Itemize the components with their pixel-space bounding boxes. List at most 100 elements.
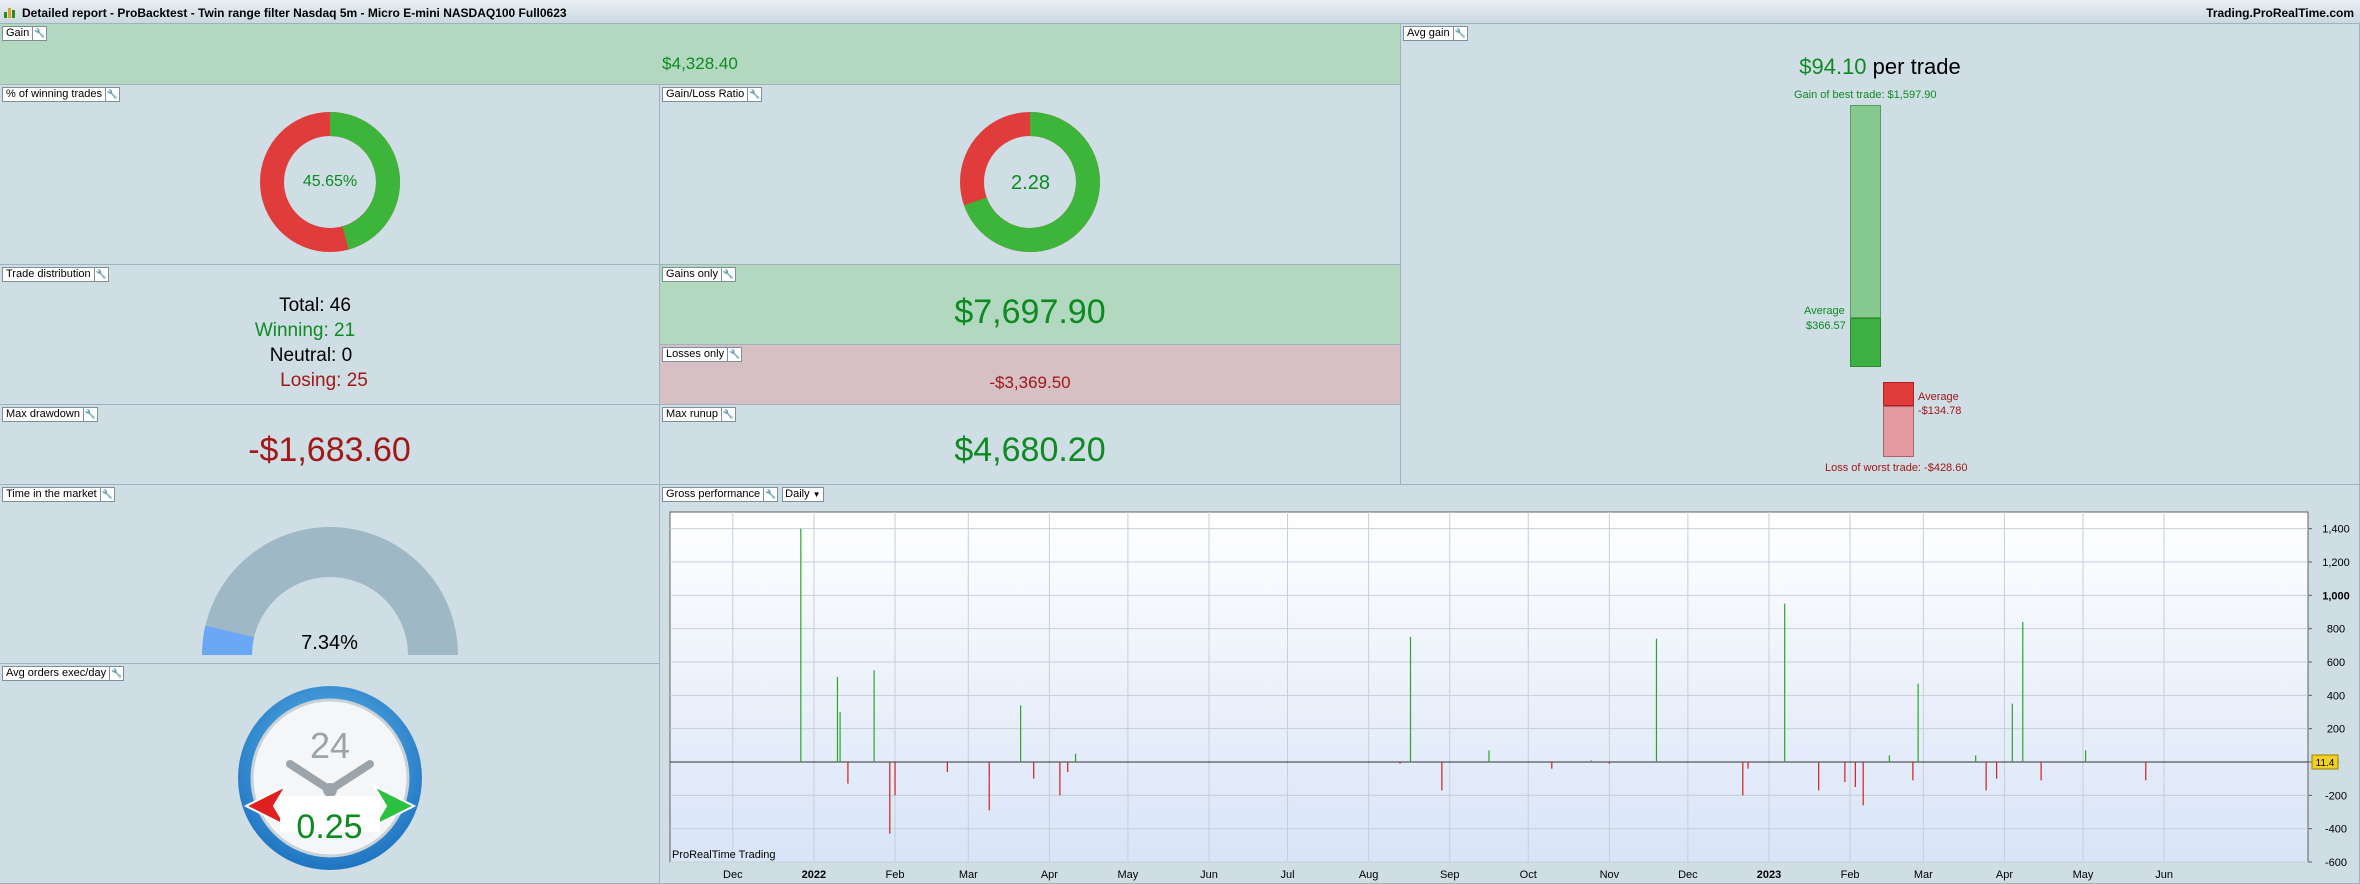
wrench-icon[interactable]: 🔧 [33, 26, 48, 41]
wrench-icon[interactable]: 🔧 [764, 487, 779, 502]
avg-win-label: Average [1804, 305, 1845, 317]
wrench-icon[interactable]: 🔧 [110, 666, 125, 681]
wrench-icon[interactable]: 🔧 [1453, 26, 1468, 41]
title-bar: Detailed report - ProBacktest - Twin ran… [0, 0, 2360, 24]
x-tick-label: Apr [1996, 869, 2013, 881]
avg-gain-suffix: per trade [1872, 54, 1961, 79]
clock-label: 24 [310, 725, 350, 766]
y-tick-label: -600 [2325, 857, 2347, 869]
avg-loss-label: Average [1918, 391, 1959, 403]
gain-loss-ratio-panel: Gain/Loss Ratio 🔧 2.28 [660, 85, 1401, 265]
wrench-icon[interactable]: 🔧 [721, 407, 736, 422]
worst-trade-label: Loss of worst trade: -$428.60 [1825, 462, 1968, 474]
gross-performance-chart: 1,4001,2001,0008006004002000-200-400-600… [669, 511, 2350, 881]
x-tick-label: Apr [1041, 869, 1058, 881]
x-tick-label: Jul [1280, 869, 1294, 881]
total-row: Total: 46 [279, 295, 351, 316]
wrench-icon[interactable]: 🔧 [94, 267, 109, 282]
chevron-down-icon: ▼ [812, 490, 821, 499]
x-tick-label: Sep [1440, 869, 1460, 881]
gain-panel: Gain 🔧 $4,328.40 [0, 24, 1401, 85]
avg-gain-value: $94.10 [1799, 54, 1867, 79]
y-tick-label: 1,400 [2322, 524, 2350, 536]
gain-value: $4,328.40 [662, 54, 738, 73]
losses-only-panel: Losses only 🔧 -$3,369.50 [660, 345, 1401, 405]
worst-trade-bar [1883, 406, 1914, 457]
x-tick-label: Aug [1359, 869, 1379, 881]
x-tick-label: Jun [1200, 869, 1218, 881]
best-trade-bar [1850, 105, 1881, 318]
x-tick-label: May [2073, 869, 2094, 881]
period-select[interactable]: Daily ▼ [782, 487, 824, 502]
y-tick-label: -200 [2325, 790, 2347, 802]
y-tick-label: 800 [2327, 624, 2345, 636]
avg-orders-value: 0.25 [296, 808, 363, 846]
ratio-value: 2.28 [1011, 172, 1050, 194]
y-tick-label: 400 [2327, 690, 2345, 702]
avg-gain-panel: Avg gain 🔧 $94.10 per trade Gain of best … [1401, 24, 2360, 485]
wrench-icon[interactable]: 🔧 [728, 347, 743, 362]
trade-distribution-panel: Trade distribution 🔧 Total: 46 Winning: 2… [0, 265, 660, 405]
panel-label: Time in the market [2, 487, 101, 502]
current-value-text: 11.4 [2316, 758, 2335, 769]
market-value: 7.34% [301, 632, 358, 654]
wrench-icon[interactable]: 🔧 [106, 87, 120, 102]
x-tick-label: 2023 [1757, 869, 1781, 881]
panel-label: Losses only [662, 347, 729, 362]
avg-orders-panel: Avg orders exec/day 🔧 24 0.25 [0, 664, 660, 884]
avg-gain-headline: $94.10 per trade [1401, 54, 2359, 80]
max-runup-value: $4,680.20 [954, 431, 1106, 469]
wrench-icon[interactable]: 🔧 [100, 487, 115, 502]
panel-label: % of winning trades [2, 87, 106, 102]
losses-only-value: -$3,369.50 [989, 373, 1071, 392]
distribution-list: Total: 46 Winning: 21 Neutral: 0 Losing:… [0, 293, 659, 393]
panel-label: Trade distribution [2, 267, 95, 282]
x-tick-label: Feb [886, 869, 905, 881]
x-tick-label: Oct [1520, 869, 1537, 881]
winning-trades-panel: % of winning trades 🔧 45.65% [0, 85, 660, 265]
y-tick-label: -400 [2325, 824, 2347, 836]
panel-label: Max drawdown [2, 407, 84, 422]
gains-only-value: $7,697.90 [954, 293, 1106, 331]
window-title: Detailed report - ProBacktest - Twin ran… [22, 6, 567, 20]
best-trade-label: Gain of best trade: $1,597.90 [1794, 89, 1937, 101]
clock-icon: 24 [238, 686, 422, 870]
gross-performance-panel: Gross performance 🔧 Daily ▼ 1,400 1,200 1,00… [660, 485, 2360, 884]
max-runup-panel: Max runup 🔧 $4,680.20 [660, 405, 1401, 485]
panel-label: Gains only [662, 267, 722, 282]
time-in-market-panel: Time in the market 🔧 7.34% [0, 485, 660, 664]
winning-row: Winning: 21 [254, 320, 356, 341]
wrench-icon[interactable]: 🔧 [721, 267, 736, 282]
x-tick-label: Feb [1841, 869, 1860, 881]
panel-label: Gain [2, 26, 34, 41]
x-tick-label: May [1118, 869, 1139, 881]
y-tick-label: 600 [2327, 657, 2345, 669]
winning-pct-value: 45.65% [302, 173, 358, 190]
panel-label: Gross performance [662, 487, 765, 502]
avg-win-value: $366.57 [1806, 320, 1846, 332]
chart-watermark: ProRealTime Trading [672, 849, 776, 861]
losing-row: Losing: 25 [280, 370, 368, 391]
avg-loss-value: -$134.78 [1918, 405, 1962, 417]
x-tick-label: Jun [2155, 869, 2173, 881]
panel-label: Avg gain [1403, 26, 1454, 41]
panel-label: Gain/Loss Ratio [662, 87, 749, 102]
panel-label: Max runup [662, 407, 722, 422]
wrench-icon[interactable]: 🔧 [83, 407, 98, 422]
neutral-row: Neutral: 0 [269, 345, 353, 366]
y-tick-label: 1,000 [2322, 590, 2350, 602]
wrench-icon[interactable]: 🔧 [748, 87, 763, 102]
panel-label: Avg orders exec/day [2, 666, 111, 681]
x-tick-label: Dec [723, 869, 743, 881]
x-tick-label: Mar [959, 869, 978, 881]
brand-label: Trading.ProRealTime.com [2206, 6, 2354, 20]
max-drawdown-value: -$1,683.60 [248, 431, 411, 469]
avg-win-bar [1850, 318, 1881, 367]
x-tick-label: Dec [1678, 869, 1698, 881]
report-icon [4, 8, 15, 18]
avg-loss-bar [1883, 382, 1914, 406]
gains-only-panel: Gains only 🔧 $7,697.90 [660, 265, 1401, 345]
y-tick-label: 1,200 [2322, 557, 2350, 569]
max-drawdown-panel: Max drawdown 🔧 -$1,683.60 [0, 405, 660, 485]
x-tick-label: Mar [1914, 869, 1933, 881]
